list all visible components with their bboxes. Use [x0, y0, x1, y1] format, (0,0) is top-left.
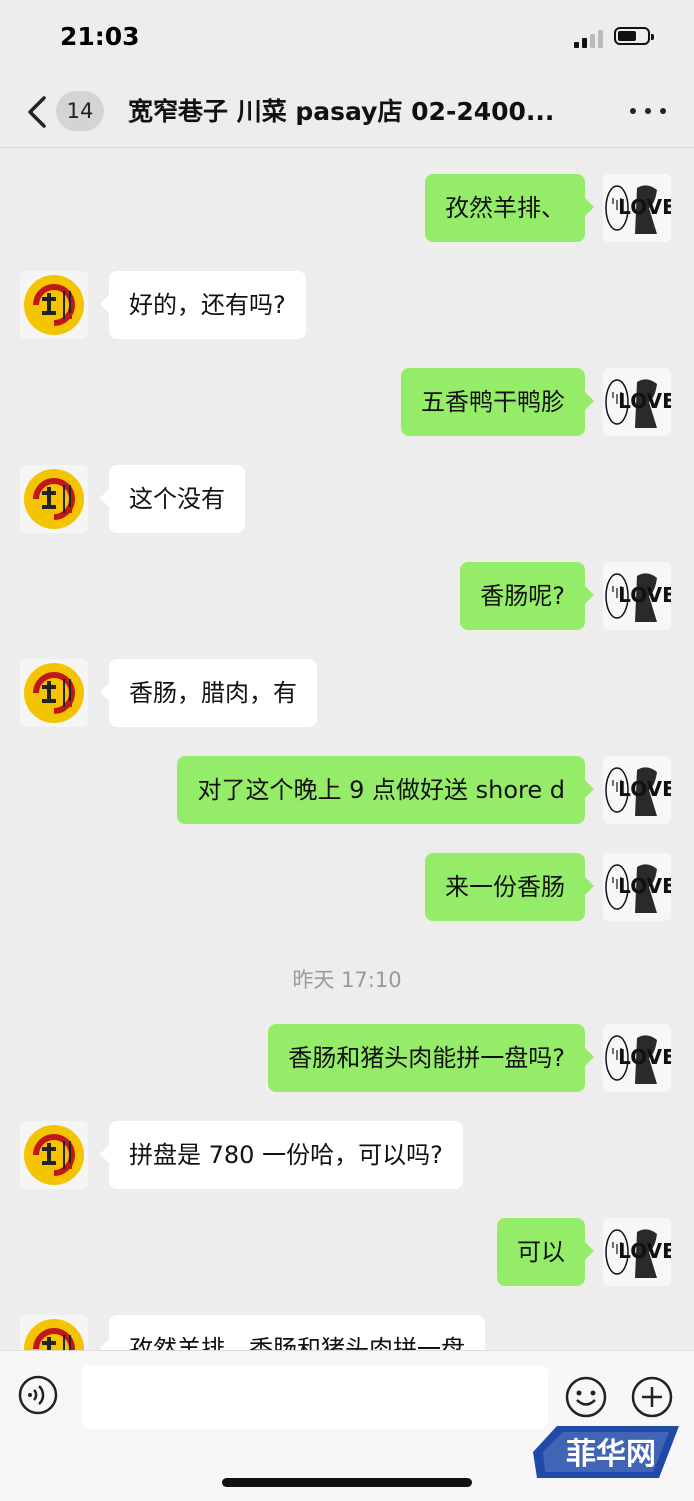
message-bubble-outgoing[interactable]: 孜然羊排、: [425, 174, 594, 242]
message-bubble-incoming[interactable]: 拼盘是 780 一份哈，可以吗?: [100, 1121, 463, 1189]
restaurant-logo-icon: [20, 271, 88, 339]
emoji-icon[interactable]: [564, 1375, 608, 1419]
self-avatar[interactable]: LOVE: [603, 756, 671, 824]
svg-text:LOVE: LOVE: [618, 1045, 671, 1069]
battery-icon: [614, 27, 654, 45]
message-bubble-incoming[interactable]: 这个没有: [100, 465, 245, 533]
restaurant-avatar[interactable]: [20, 1121, 88, 1189]
home-indicator[interactable]: [222, 1478, 472, 1487]
restaurant-avatar[interactable]: [20, 465, 88, 533]
message-bubble-outgoing[interactable]: 对了这个晚上 9 点做好送 shore d: [177, 756, 594, 824]
self-avatar[interactable]: LOVE: [603, 174, 671, 242]
self-avatar-image: LOVE: [603, 562, 671, 630]
status-bar: 21:03: [0, 0, 694, 76]
status-time: 21:03: [60, 22, 140, 51]
self-avatar[interactable]: LOVE: [603, 1218, 671, 1286]
message-bubble-outgoing[interactable]: 可以: [497, 1218, 594, 1286]
svg-text:LOVE: LOVE: [618, 1239, 671, 1263]
restaurant-logo-icon: [20, 659, 88, 727]
message-bubble-outgoing[interactable]: 五香鸭干鸭胗: [401, 368, 594, 436]
chat-title: 宽窄巷子 川菜 pasay店 02-2400...: [128, 97, 555, 126]
message-input[interactable]: [82, 1365, 548, 1429]
svg-text:LOVE: LOVE: [618, 195, 671, 219]
svg-text:LOVE: LOVE: [618, 389, 671, 413]
message-bubble-outgoing[interactable]: 来一份香肠: [425, 853, 594, 921]
svg-text:LOVE: LOVE: [618, 777, 671, 801]
self-avatar[interactable]: LOVE: [603, 562, 671, 630]
chat-header: 14 宽窄巷子 川菜 pasay店 02-2400...: [0, 76, 694, 148]
message-bubble-outgoing[interactable]: 香肠和猪头肉能拼一盘吗?: [268, 1024, 594, 1092]
unread-count-badge[interactable]: 14: [56, 91, 104, 131]
watermark-text: 菲华网: [566, 1437, 656, 1472]
more-options-icon[interactable]: [630, 108, 666, 116]
cellular-signal-icon: [574, 28, 604, 48]
restaurant-logo-icon: [20, 465, 88, 533]
self-avatar[interactable]: LOVE: [603, 1024, 671, 1092]
self-avatar[interactable]: LOVE: [603, 853, 671, 921]
chevron-left-icon: [28, 96, 46, 128]
message-bubble-incoming[interactable]: 好的，还有吗?: [100, 271, 306, 339]
self-avatar-image: LOVE: [603, 174, 671, 242]
self-avatar-image: LOVE: [603, 756, 671, 824]
self-avatar-image: LOVE: [603, 1218, 671, 1286]
svg-text:LOVE: LOVE: [618, 874, 671, 898]
svg-text:LOVE: LOVE: [618, 583, 671, 607]
restaurant-logo-icon: [20, 1121, 88, 1189]
restaurant-avatar[interactable]: [20, 271, 88, 339]
self-avatar[interactable]: LOVE: [603, 368, 671, 436]
message-bubble-outgoing[interactable]: 香肠呢?: [460, 562, 594, 630]
chat-timestamp: 昨天 17:10: [292, 968, 402, 992]
voice-input-icon[interactable]: [18, 1375, 58, 1415]
add-attachment-icon[interactable]: [630, 1375, 674, 1419]
self-avatar-image: LOVE: [603, 1024, 671, 1092]
self-avatar-image: LOVE: [603, 853, 671, 921]
self-avatar-image: LOVE: [603, 368, 671, 436]
message-bubble-incoming[interactable]: 香肠，腊肉，有: [100, 659, 317, 727]
site-watermark: 菲华网: [533, 1426, 679, 1478]
restaurant-avatar[interactable]: [20, 659, 88, 727]
back-button[interactable]: [24, 94, 54, 130]
